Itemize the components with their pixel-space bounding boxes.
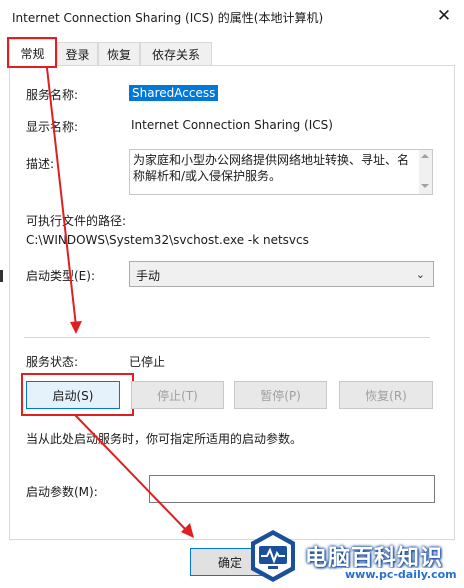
start-params-hint: 当从此处启动服务时，你可指定所适用的启动参数。: [26, 432, 303, 446]
description-label: 描述:: [26, 157, 55, 171]
start-button[interactable]: 启动(S): [26, 381, 120, 409]
stop-button[interactable]: 停止(T): [131, 381, 224, 409]
exe-path-value[interactable]: C:\WINDOWS\System32\svchost.exe -k netsv…: [26, 233, 309, 247]
description-textbox[interactable]: 为家庭和小型办公网络提供网络地址转换、寻址、名称解析和/或入侵保护服务。: [129, 149, 433, 195]
tab-logon[interactable]: 登录: [57, 42, 98, 65]
scroll-down-icon[interactable]: [421, 184, 429, 188]
service-name-label: 服务名称:: [26, 88, 79, 102]
chevron-down-icon: ⌄: [415, 268, 425, 281]
startup-type-label: 启动类型(E):: [26, 269, 95, 283]
pause-button[interactable]: 暂停(P): [234, 381, 327, 409]
close-button[interactable]: ✕: [430, 4, 458, 28]
description-scrollbar[interactable]: [419, 150, 432, 194]
section-divider: [24, 337, 430, 338]
service-status-value: 已停止: [129, 355, 166, 369]
background-window-edge: [0, 270, 3, 282]
tab-general[interactable]: 常规: [9, 39, 56, 66]
start-params-input[interactable]: [149, 475, 435, 503]
title-bar: Internet Connection Sharing (ICS) 的属性(本地…: [0, 0, 464, 33]
pause-button-label: 暂停(P): [260, 388, 301, 403]
description-text: 为家庭和小型办公网络提供网络地址转换、寻址、名称解析和/或入侵保护服务。: [133, 153, 410, 183]
tab-logon-label: 登录: [65, 47, 90, 62]
startup-type-select[interactable]: 手动 ⌄: [129, 261, 434, 287]
close-icon: ✕: [436, 6, 452, 26]
scroll-up-icon[interactable]: [421, 154, 429, 158]
tab-recovery-label: 恢复: [106, 47, 131, 62]
tab-dependencies-label: 依存关系: [151, 47, 200, 62]
general-panel: [9, 65, 455, 540]
service-status-label: 服务状态:: [26, 355, 79, 369]
exe-path-label: 可执行文件的路径:: [26, 214, 127, 228]
stop-button-label: 停止(T): [157, 388, 198, 403]
tab-recovery[interactable]: 恢复: [98, 42, 140, 65]
startup-type-value: 手动: [136, 269, 161, 283]
tab-general-label: 常规: [20, 46, 45, 61]
display-name-label: 显示名称:: [26, 120, 79, 134]
window-title: Internet Connection Sharing (ICS) 的属性(本地…: [12, 11, 324, 25]
tab-dependencies[interactable]: 依存关系: [140, 42, 212, 65]
start-params-label: 启动参数(M):: [26, 485, 98, 499]
service-name-value[interactable]: SharedAccess: [129, 85, 219, 101]
ok-button-label: 确定: [217, 555, 242, 570]
watermark-url: www.pc-daily.com: [342, 568, 460, 581]
resume-button-label: 恢复(R): [365, 388, 407, 403]
start-button-label: 启动(S): [52, 388, 94, 403]
pc-daily-logo: [251, 530, 295, 582]
resume-button[interactable]: 恢复(R): [339, 381, 433, 409]
display-name-value[interactable]: Internet Connection Sharing (ICS): [131, 118, 333, 132]
